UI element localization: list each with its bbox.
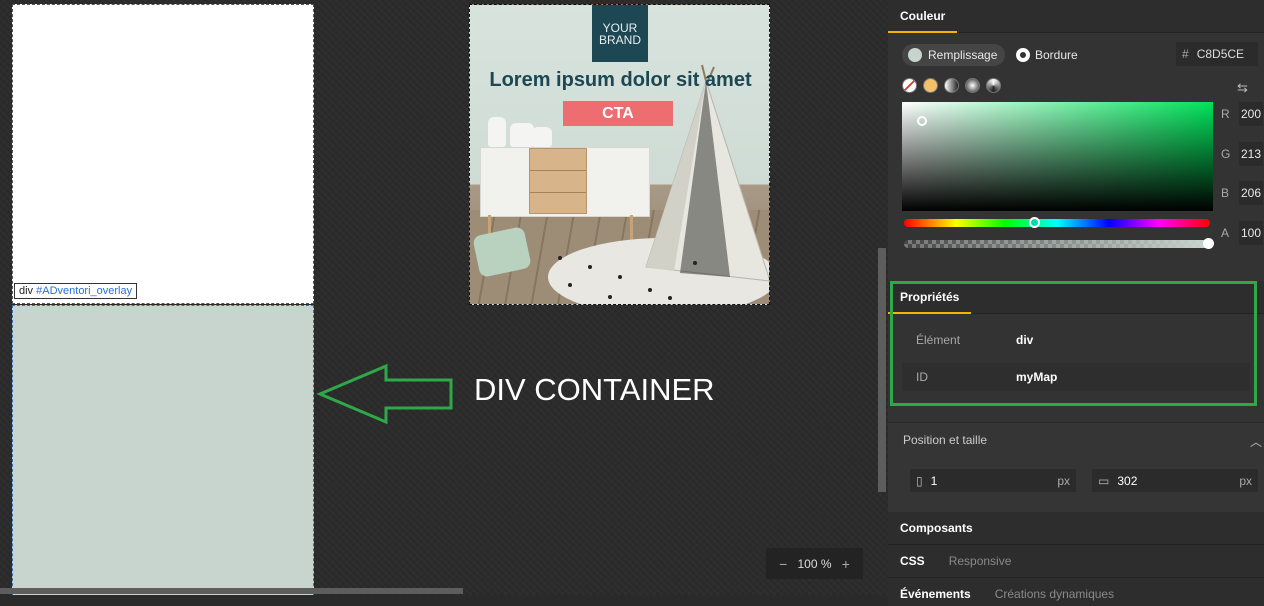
- annotation-arrow-icon: [316, 363, 453, 425]
- editor-canvas[interactable]: div #ADventori_overlay YOUR BRAND Lorem …: [0, 0, 888, 606]
- alpha-value[interactable]: 100: [1239, 221, 1264, 245]
- horizontal-scrollbar[interactable]: [0, 595, 888, 606]
- components-tabbar: Composants: [888, 512, 1264, 545]
- y-position-input[interactable]: ▭ 302 px: [1092, 469, 1258, 492]
- zoom-in-button[interactable]: +: [842, 556, 850, 572]
- hex-input[interactable]: # C8D5CE: [1176, 42, 1258, 66]
- linear-gradient-icon[interactable]: [944, 78, 959, 93]
- red-field[interactable]: R 200: [1221, 101, 1264, 127]
- tab-dynamic-creations[interactable]: Créations dynamiques: [983, 578, 1126, 606]
- green-value[interactable]: 213: [1239, 142, 1264, 166]
- app: div #ADventori_overlay YOUR BRAND Lorem …: [0, 0, 1264, 606]
- solid-fill-icon[interactable]: [923, 78, 938, 93]
- element-key: Élément: [916, 333, 961, 347]
- properties-panel: Couleur Remplissage Bordure # C8D5CE ⇆ R…: [888, 0, 1264, 606]
- hex-value: C8D5CE: [1196, 47, 1245, 61]
- horizontal-scroll-thumb[interactable]: [0, 588, 463, 594]
- brand-logo: YOUR BRAND: [592, 5, 648, 62]
- alpha-handle[interactable]: [1203, 238, 1214, 249]
- selection-tag: div: [19, 285, 34, 297]
- tab-components[interactable]: Composants: [888, 512, 985, 545]
- x-unit: px: [1057, 473, 1070, 488]
- blue-label: B: [1221, 186, 1230, 200]
- fill-type-swatches: [902, 78, 1001, 94]
- zoom-out-button[interactable]: −: [779, 556, 787, 572]
- alpha-label: A: [1221, 226, 1230, 240]
- vertical-scroll-thumb[interactable]: [878, 248, 886, 492]
- y-unit: px: [1239, 473, 1252, 488]
- ad-headline: Lorem ipsum dolor sit amet: [489, 69, 752, 91]
- conic-gradient-icon[interactable]: [986, 78, 1001, 93]
- properties-section: Propriétés Élément div ID myMap: [888, 281, 1264, 422]
- collapse-chevron-icon[interactable]: ︿: [1250, 433, 1262, 450]
- position-size-title: Position et taille: [903, 433, 988, 447]
- div-container[interactable]: [12, 305, 314, 606]
- border-label: Bordure: [1035, 48, 1078, 62]
- selection-id: #ADventori_overlay: [36, 285, 133, 297]
- zoom-control: − 100 % +: [766, 548, 863, 579]
- css-tabbar: CSS Responsive: [888, 545, 1264, 578]
- saturation-value-picker[interactable]: [902, 102, 1213, 211]
- no-fill-icon[interactable]: [902, 78, 917, 93]
- alpha-slider[interactable]: [904, 240, 1210, 248]
- y-axis-icon: ▭: [1098, 473, 1110, 488]
- hex-hash: #: [1182, 47, 1189, 61]
- id-value[interactable]: myMap: [1016, 370, 1057, 384]
- ad-creative[interactable]: YOUR BRAND Lorem ipsum dolor sit amet CT…: [469, 4, 770, 305]
- ad-cta-button[interactable]: CTA: [563, 101, 673, 126]
- red-value[interactable]: 200: [1239, 102, 1264, 126]
- saturation-handle[interactable]: [917, 116, 927, 126]
- property-row-id[interactable]: ID myMap: [902, 363, 1250, 391]
- border-ring-icon: [1016, 48, 1030, 62]
- y-value: 302: [1117, 473, 1138, 488]
- fill-swatch-icon: [908, 48, 922, 62]
- property-row-element: Élément div: [902, 326, 1250, 354]
- border-mode-button[interactable]: Bordure: [1016, 44, 1078, 66]
- x-value: 1: [930, 473, 938, 488]
- red-label: R: [1221, 107, 1230, 121]
- radial-gradient-icon[interactable]: [965, 78, 980, 93]
- blue-value[interactable]: 206: [1239, 181, 1264, 205]
- alpha-field[interactable]: A 100: [1221, 220, 1264, 246]
- fill-mode-button[interactable]: Remplissage: [902, 44, 1006, 66]
- green-field[interactable]: G 213: [1221, 141, 1264, 167]
- fill-label: Remplissage: [928, 48, 998, 62]
- id-key: ID: [916, 370, 928, 384]
- events-tabbar: Événements Créations dynamiques: [888, 578, 1264, 606]
- element-value: div: [1016, 333, 1034, 347]
- blue-field[interactable]: B 206: [1221, 180, 1264, 206]
- overlay-frame[interactable]: [12, 4, 314, 304]
- selection-label: div #ADventori_overlay: [14, 283, 138, 299]
- swap-colors-icon[interactable]: ⇆: [1237, 80, 1248, 96]
- position-size-section: Position et taille ︿ ▯ 1 px ▭ 302 px: [888, 422, 1264, 517]
- tab-responsive[interactable]: Responsive: [937, 545, 1024, 578]
- x-axis-icon: ▯: [916, 473, 923, 488]
- tab-color[interactable]: Couleur: [888, 0, 958, 33]
- green-label: G: [1221, 147, 1231, 161]
- tab-events[interactable]: Événements: [888, 578, 983, 606]
- annotation-text: DIV CONTAINER: [474, 372, 715, 407]
- hue-handle[interactable]: [1029, 217, 1040, 228]
- color-mode-row: Remplissage Bordure # C8D5CE: [888, 40, 1264, 70]
- zoom-level: 100 %: [797, 556, 832, 571]
- tab-css[interactable]: CSS: [888, 545, 937, 578]
- hue-slider[interactable]: [904, 219, 1210, 227]
- color-tabbar: Couleur: [888, 0, 1264, 33]
- brand-line-2: BRAND: [598, 33, 641, 47]
- x-position-input[interactable]: ▯ 1 px: [910, 469, 1076, 492]
